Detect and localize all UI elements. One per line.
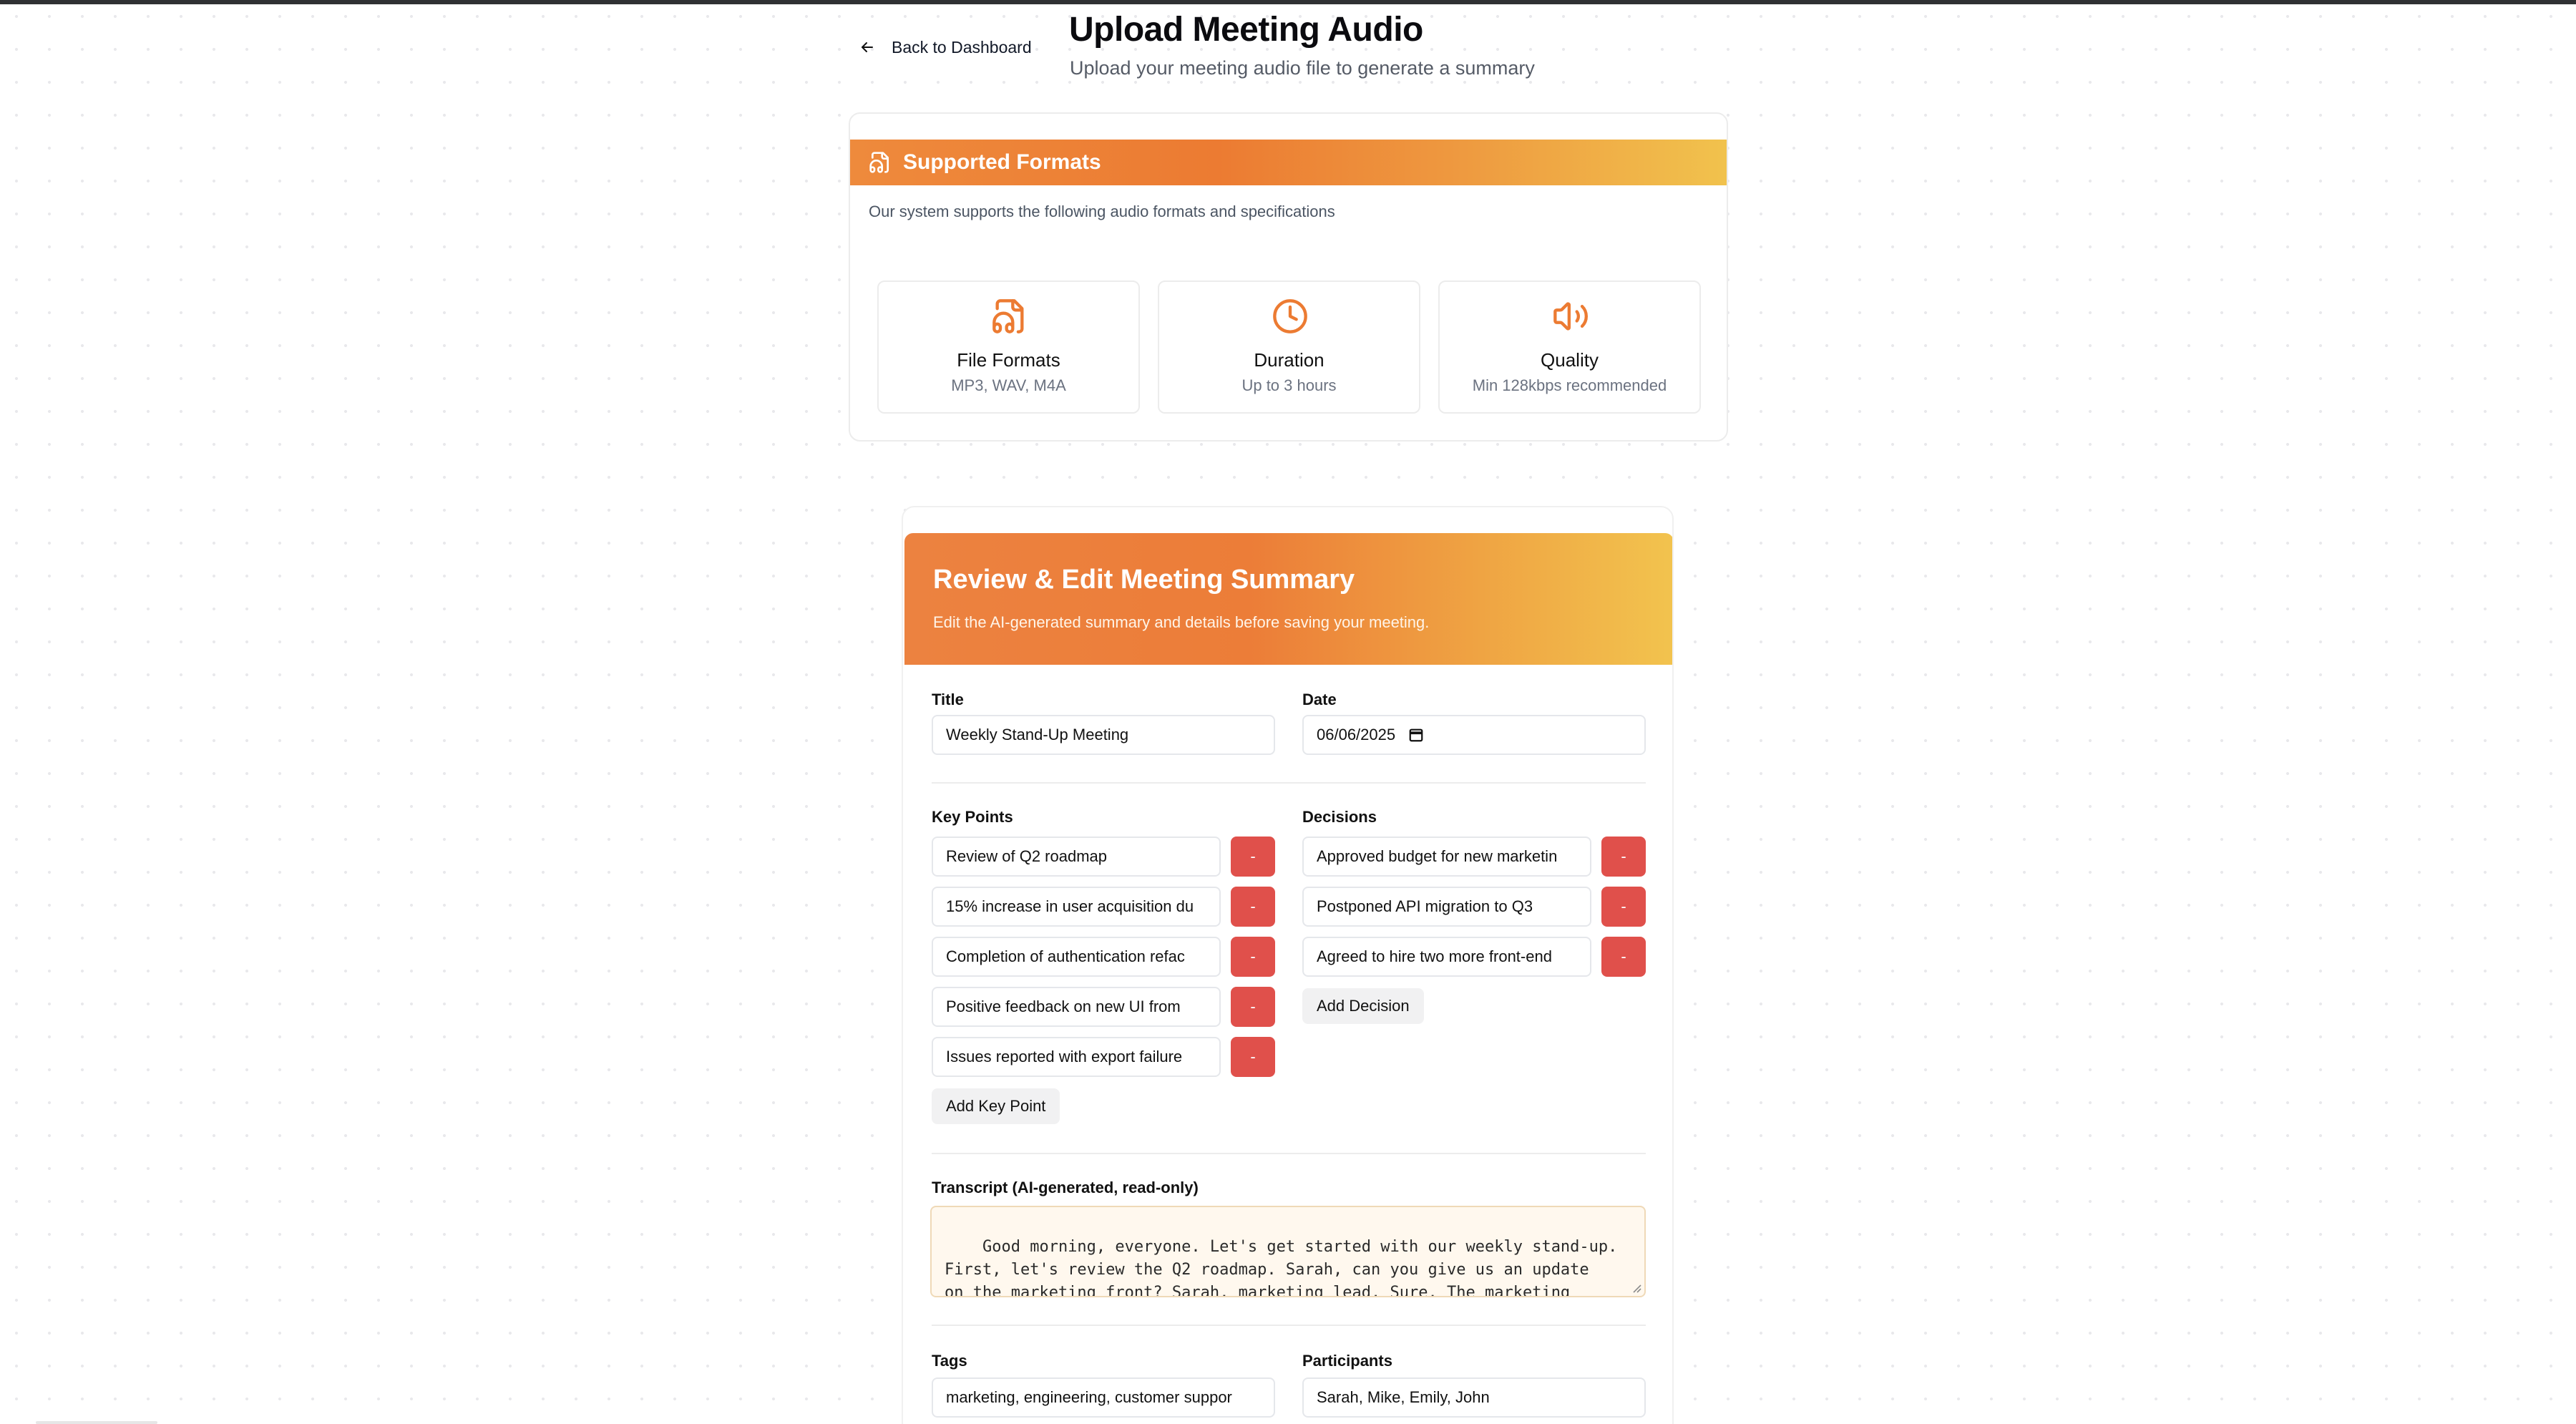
remove-label: - — [1250, 897, 1256, 915]
tags-label: Tags — [932, 1352, 967, 1370]
review-summary-card: Review & Edit Meeting Summary Edit the A… — [902, 506, 1674, 1424]
key-point-text: Completion of authentication refac — [946, 947, 1185, 965]
decision-input[interactable]: Agreed to hire two more front-end — [1302, 937, 1591, 977]
title-input[interactable]: Weekly Stand-Up Meeting — [932, 715, 1275, 755]
participants-input-value: Sarah, Mike, Emily, John — [1317, 1388, 1490, 1406]
supported-formats-header: Supported Formats — [850, 140, 1727, 185]
section-divider — [932, 1153, 1646, 1154]
tags-input-value: marketing, engineering, customer suppor — [946, 1388, 1232, 1406]
add-key-point-label: Add Key Point — [946, 1097, 1046, 1115]
remove-decision-button[interactable]: - — [1601, 937, 1646, 977]
remove-decision-button[interactable]: - — [1601, 887, 1646, 927]
remove-label: - — [1250, 947, 1256, 965]
feature-duration: Duration Up to 3 hours — [1158, 281, 1420, 414]
key-point-input[interactable]: Review of Q2 roadmap — [932, 837, 1221, 877]
key-points-label: Key Points — [932, 808, 1013, 826]
horizontal-scrollbar[interactable] — [36, 1421, 157, 1424]
remove-key-point-button[interactable]: - — [1231, 887, 1275, 927]
page-subtitle: Upload your meeting audio file to genera… — [1070, 57, 1535, 79]
back-to-dashboard-link[interactable]: Back to Dashboard — [859, 34, 1032, 60]
decision-text: Agreed to hire two more front-end — [1317, 947, 1552, 965]
title-input-value: Weekly Stand-Up Meeting — [946, 726, 1129, 743]
supported-formats-title: Supported Formats — [903, 150, 1101, 174]
feature-subtitle: MP3, WAV, M4A — [951, 376, 1066, 394]
page-title: Upload Meeting Audio — [1069, 11, 1423, 49]
decisions-label: Decisions — [1302, 808, 1377, 826]
key-point-input[interactable]: Positive feedback on new UI from — [932, 987, 1221, 1027]
section-divider — [932, 782, 1646, 784]
participants-label: Participants — [1302, 1352, 1392, 1370]
add-key-point-button[interactable]: Add Key Point — [932, 1088, 1060, 1124]
back-link-label: Back to Dashboard — [892, 37, 1032, 57]
remove-label: - — [1250, 1048, 1256, 1065]
participants-input[interactable]: Sarah, Mike, Emily, John — [1302, 1377, 1646, 1418]
remove-decision-button[interactable]: - — [1601, 837, 1646, 877]
feature-title: Duration — [1254, 349, 1324, 371]
remove-key-point-button[interactable]: - — [1231, 937, 1275, 977]
remove-label: - — [1250, 847, 1256, 865]
key-point-input[interactable]: 15% increase in user acquisition du — [932, 887, 1221, 927]
file-audio-icon — [869, 152, 889, 173]
resize-handle-icon[interactable] — [1631, 1283, 1641, 1293]
feature-title: File Formats — [957, 349, 1060, 371]
key-point-text: Review of Q2 roadmap — [946, 847, 1107, 865]
review-summary-title: Review & Edit Meeting Summary — [933, 565, 1355, 595]
feature-file-formats: File Formats MP3, WAV, M4A — [877, 281, 1140, 414]
remove-label: - — [1250, 998, 1256, 1015]
section-divider — [932, 1325, 1646, 1326]
key-point-text: 15% increase in user acquisition du — [946, 897, 1194, 915]
remove-key-point-button[interactable]: - — [1231, 987, 1275, 1027]
feature-title: Quality — [1541, 349, 1599, 371]
date-label: Date — [1302, 691, 1337, 708]
supported-formats-card: Supported Formats Our system supports th… — [849, 112, 1728, 442]
clock-icon — [1273, 299, 1307, 333]
key-point-input[interactable]: Completion of authentication refac — [932, 937, 1221, 977]
remove-key-point-button[interactable]: - — [1231, 1037, 1275, 1077]
file-audio-icon — [992, 299, 1024, 333]
calendar-icon[interactable] — [1408, 727, 1424, 743]
date-input-value: 06/06/2025 — [1317, 726, 1396, 743]
key-point-text: Positive feedback on new UI from — [946, 998, 1181, 1015]
decision-input[interactable]: Postponed API migration to Q3 — [1302, 887, 1591, 927]
review-summary-header: Review & Edit Meeting Summary Edit the A… — [904, 533, 1672, 665]
transcript-label: Transcript (AI-generated, read-only) — [932, 1179, 1199, 1196]
tags-input[interactable]: marketing, engineering, customer suppor — [932, 1377, 1275, 1418]
remove-label: - — [1621, 897, 1626, 915]
supported-formats-description: Our system supports the following audio … — [869, 203, 1335, 220]
decision-input[interactable]: Approved budget for new marketin — [1302, 837, 1591, 877]
add-decision-label: Add Decision — [1317, 997, 1410, 1015]
key-point-input[interactable]: Issues reported with export failure — [932, 1037, 1221, 1077]
volume-icon — [1553, 302, 1588, 331]
window-top-border — [0, 0, 2576, 4]
remove-label: - — [1621, 947, 1626, 965]
feature-subtitle: Min 128kbps recommended — [1472, 376, 1667, 394]
key-point-text: Issues reported with export failure — [946, 1048, 1183, 1065]
arrow-left-icon — [862, 42, 873, 52]
remove-label: - — [1621, 847, 1626, 865]
decision-text: Approved budget for new marketin — [1317, 847, 1558, 865]
feature-quality: Quality Min 128kbps recommended — [1438, 281, 1701, 414]
transcript-textarea[interactable]: Good morning, everyone. Let's get starte… — [930, 1206, 1646, 1297]
remove-key-point-button[interactable]: - — [1231, 837, 1275, 877]
decision-text: Postponed API migration to Q3 — [1317, 897, 1533, 915]
feature-subtitle: Up to 3 hours — [1241, 376, 1337, 394]
transcript-text: Good morning, everyone. Let's get starte… — [945, 1238, 1618, 1297]
title-label: Title — [932, 691, 964, 708]
review-summary-subtitle: Edit the AI-generated summary and detail… — [933, 613, 1430, 631]
add-decision-button[interactable]: Add Decision — [1302, 988, 1424, 1024]
date-input[interactable]: 06/06/2025 — [1302, 715, 1646, 755]
